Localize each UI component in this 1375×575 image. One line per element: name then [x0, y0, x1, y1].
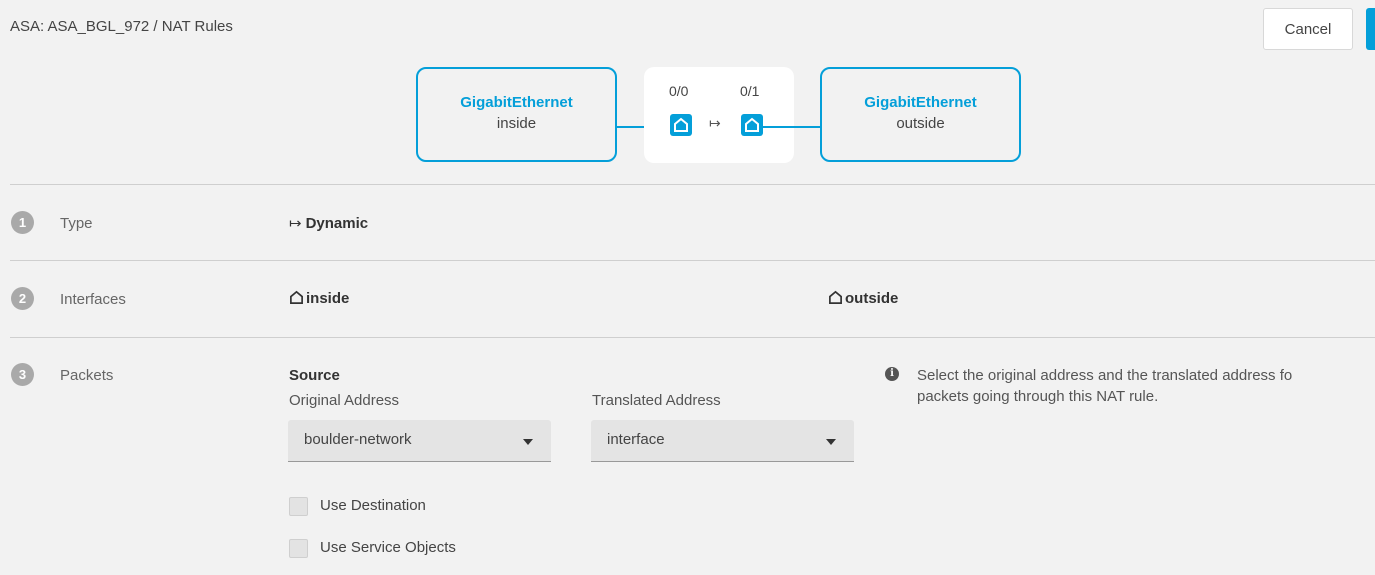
- interface-icon: [290, 290, 303, 304]
- step-number: 2: [11, 287, 34, 310]
- outside-interface-name: GigabitEthernet: [864, 94, 977, 111]
- step-label-type: Type: [60, 215, 93, 232]
- step-number: 1: [11, 211, 34, 234]
- original-address-label: Original Address: [289, 392, 400, 409]
- interface-icon: [829, 290, 842, 304]
- info-help-line: Select the original address and the tran…: [917, 367, 1293, 384]
- step-label-interfaces: Interfaces: [60, 291, 126, 308]
- device-node: 0/0 0/1 ↦: [644, 67, 794, 163]
- source-section-title: Source: [289, 367, 340, 384]
- inside-zone-name: inside: [496, 115, 537, 132]
- inside-interface-box: GigabitEthernet inside: [416, 67, 617, 162]
- source-interface-value[interactable]: inside: [289, 290, 349, 307]
- destination-interface-label: outside: [845, 290, 899, 307]
- outside-connector-line: [763, 126, 821, 128]
- dynamic-arrow-icon: ↦: [289, 215, 302, 232]
- use-destination-checkbox[interactable]: [289, 497, 308, 516]
- nat-type-label: Dynamic: [305, 215, 369, 232]
- info-help-line: packets going through this NAT rule.: [917, 388, 1159, 405]
- translated-address-label: Translated Address: [592, 392, 721, 409]
- outside-zone-name: outside: [896, 115, 945, 132]
- mapping-arrow-icon: ↦: [709, 115, 721, 131]
- save-button[interactable]: [1366, 8, 1375, 50]
- inside-interface-name: GigabitEthernet: [460, 94, 573, 111]
- original-address-value: boulder-network: [304, 431, 412, 448]
- original-address-select[interactable]: boulder-network: [288, 420, 551, 462]
- use-service-objects-label[interactable]: Use Service Objects: [320, 539, 456, 556]
- nat-type-value[interactable]: ↦ Dynamic: [289, 214, 368, 232]
- port-label-outside: 0/1: [740, 83, 760, 99]
- divider: [10, 260, 1375, 261]
- translated-address-select[interactable]: interface: [591, 420, 854, 462]
- translated-address-value: interface: [607, 431, 665, 448]
- step-number: 3: [11, 363, 34, 386]
- use-destination-label[interactable]: Use Destination: [320, 497, 426, 514]
- outside-interface-box: GigabitEthernet outside: [820, 67, 1021, 162]
- use-service-objects-checkbox[interactable]: [289, 539, 308, 558]
- step-label-packets: Packets: [60, 367, 114, 384]
- chevron-down-icon: [523, 439, 533, 445]
- info-help-text: Select the original address and the tran…: [917, 365, 1375, 407]
- port-label-inside: 0/0: [669, 83, 689, 99]
- divider: [10, 184, 1375, 185]
- port-inside-icon: [670, 114, 692, 136]
- destination-interface-value[interactable]: outside: [828, 290, 898, 307]
- divider: [10, 337, 1375, 338]
- info-icon: i: [885, 367, 899, 381]
- chevron-down-icon: [826, 439, 836, 445]
- cancel-button[interactable]: Cancel: [1263, 8, 1353, 50]
- breadcrumb: ASA: ASA_BGL_972 / NAT Rules: [10, 18, 233, 35]
- port-outside-icon: [741, 114, 763, 136]
- source-interface-label: inside: [306, 290, 350, 307]
